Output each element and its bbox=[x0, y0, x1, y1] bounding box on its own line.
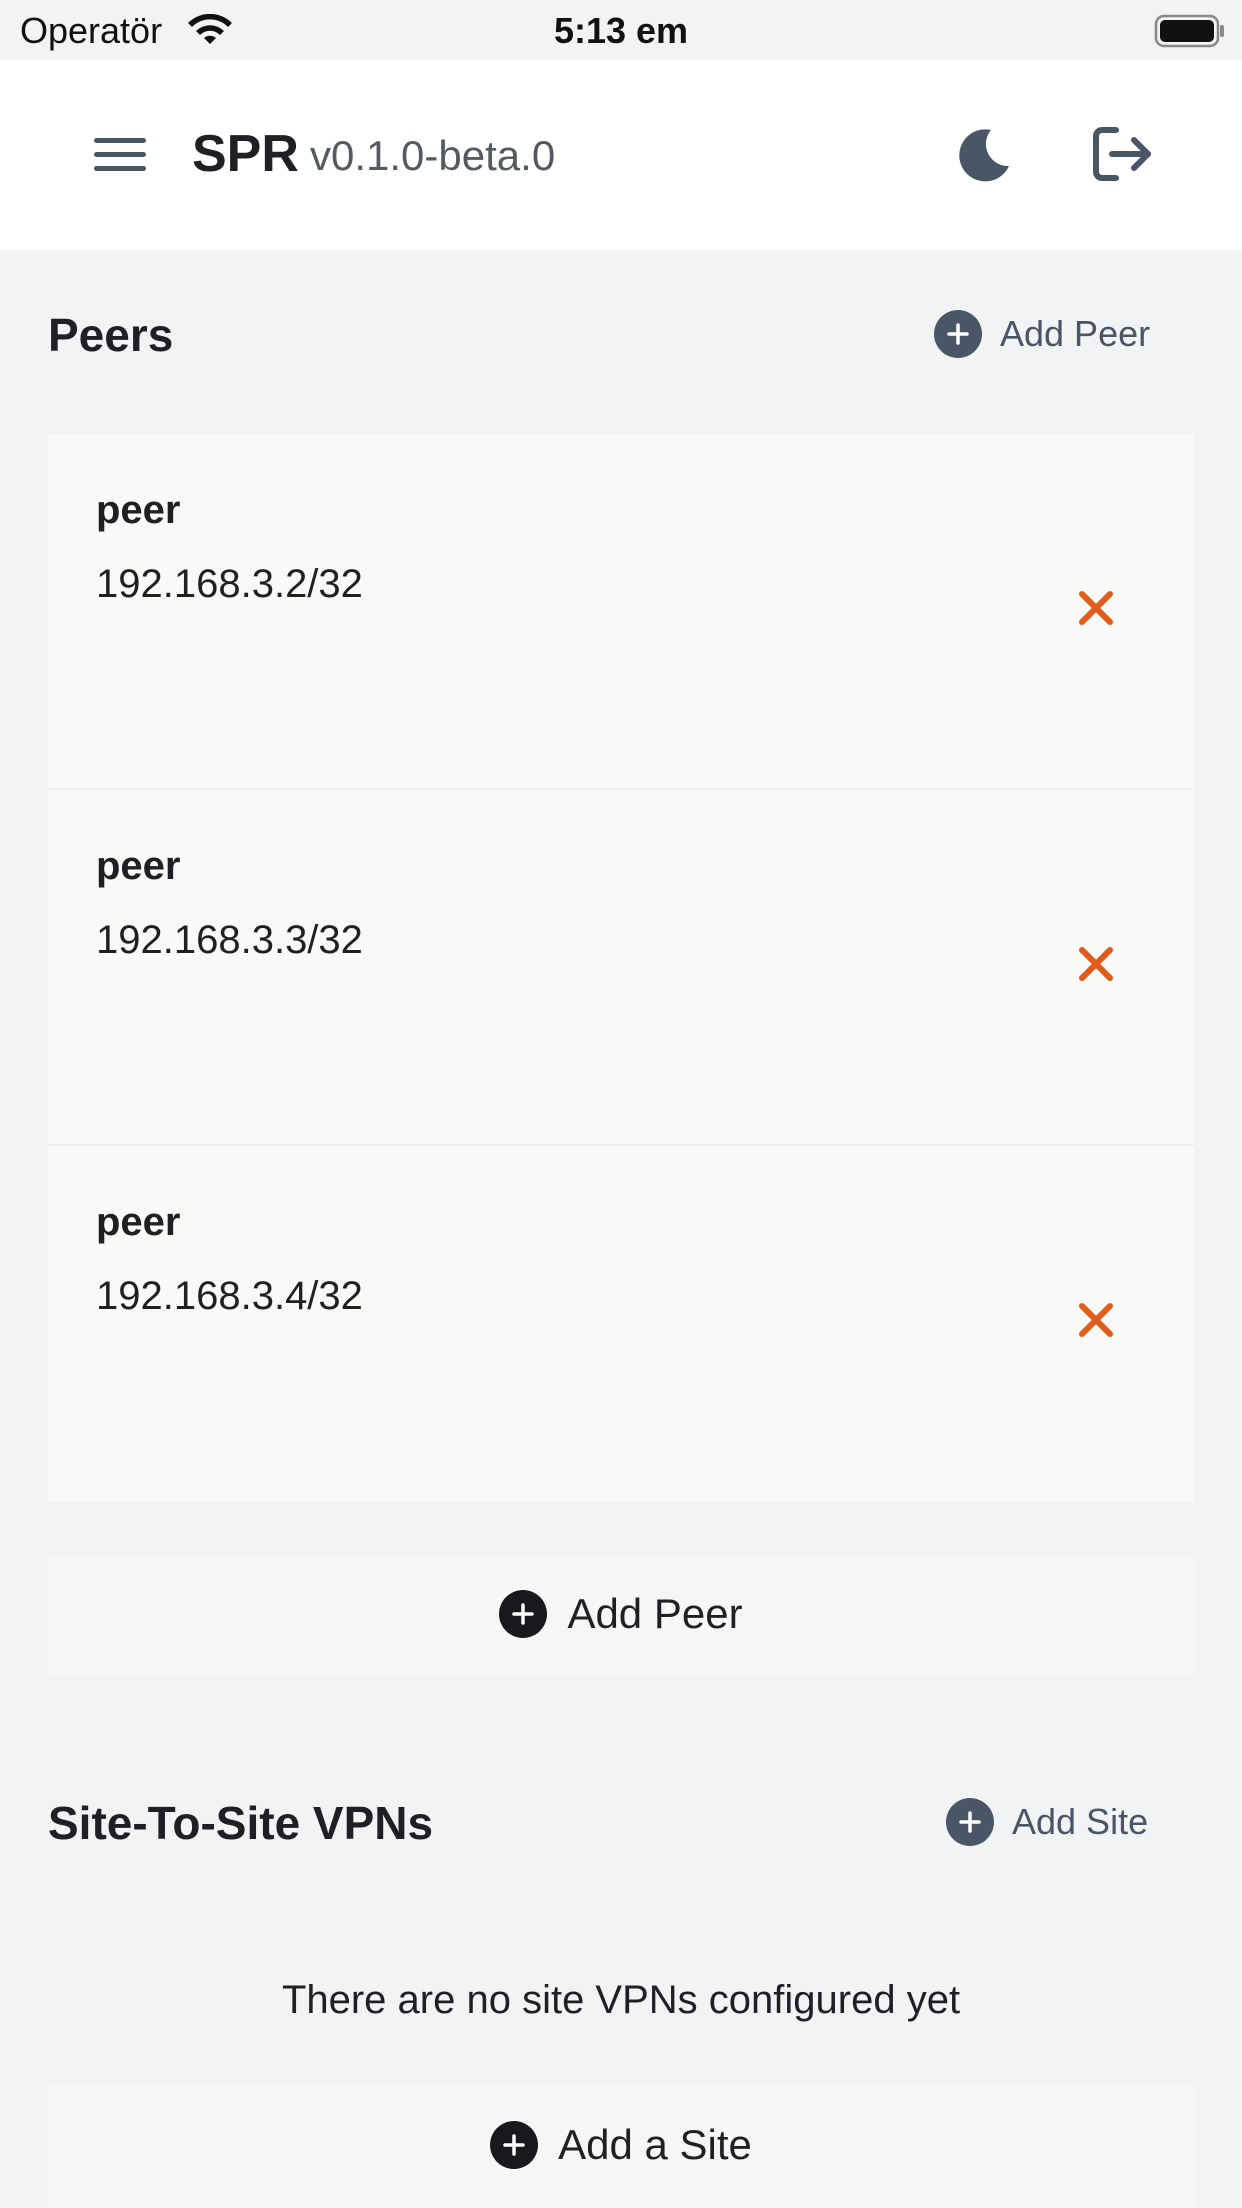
close-icon[interactable] bbox=[1076, 588, 1116, 628]
menu-icon[interactable] bbox=[94, 136, 146, 174]
add-peer-button-label: Add Peer bbox=[567, 1590, 743, 1637]
add-peer-link[interactable]: Add Peer bbox=[934, 310, 1150, 358]
add-peer-link-label: Add Peer bbox=[1000, 313, 1151, 354]
close-icon[interactable] bbox=[1076, 944, 1116, 984]
plus-circle-icon bbox=[946, 1798, 994, 1846]
add-site-link-label: Add Site bbox=[1012, 1801, 1149, 1842]
add-peer-button[interactable]: Add Peer bbox=[48, 1554, 1194, 1674]
peer-name: peer bbox=[96, 844, 181, 888]
peer-ip: 192.168.3.2/32 bbox=[96, 562, 363, 606]
sites-heading: Site-To-Site VPNs bbox=[48, 1797, 434, 1849]
plus-circle-icon bbox=[499, 1590, 548, 1638]
list-item: peer 192.168.3.2/32 bbox=[48, 434, 1194, 790]
plus-circle-icon bbox=[934, 310, 982, 358]
peer-ip: 192.168.3.3/32 bbox=[96, 918, 363, 962]
peer-name: peer bbox=[96, 1200, 181, 1244]
peer-name: peer bbox=[96, 488, 181, 532]
peers-heading: Peers bbox=[48, 309, 174, 361]
close-icon[interactable] bbox=[1076, 1300, 1116, 1340]
version-label: v0.1.0-beta.0 bbox=[310, 132, 556, 179]
brand-title: SPR bbox=[192, 125, 299, 183]
list-item: peer 192.168.3.3/32 bbox=[48, 790, 1194, 1146]
app-header: SPR v0.1.0-beta.0 bbox=[0, 60, 1242, 250]
add-site-button[interactable]: Add a Site bbox=[48, 2082, 1194, 2208]
add-site-link[interactable]: Add Site bbox=[946, 1798, 1148, 1846]
plus-circle-icon bbox=[490, 2121, 539, 2169]
battery-icon bbox=[1154, 14, 1226, 53]
clock: 5:13 em bbox=[553, 10, 689, 51]
logout-icon[interactable] bbox=[1090, 124, 1154, 184]
peer-list: peer 192.168.3.2/32 peer 192.168.3.3/32 … bbox=[48, 434, 1194, 1502]
status-bar: Operatör 5:13 em bbox=[0, 0, 1242, 60]
empty-state-message: There are no site VPNs configured yet bbox=[281, 1978, 961, 2022]
moon-icon[interactable] bbox=[955, 126, 1013, 184]
add-site-button-label: Add a Site bbox=[558, 2121, 752, 2168]
peer-ip: 192.168.3.4/32 bbox=[96, 1274, 363, 1318]
list-item: peer 192.168.3.4/32 bbox=[48, 1146, 1194, 1502]
